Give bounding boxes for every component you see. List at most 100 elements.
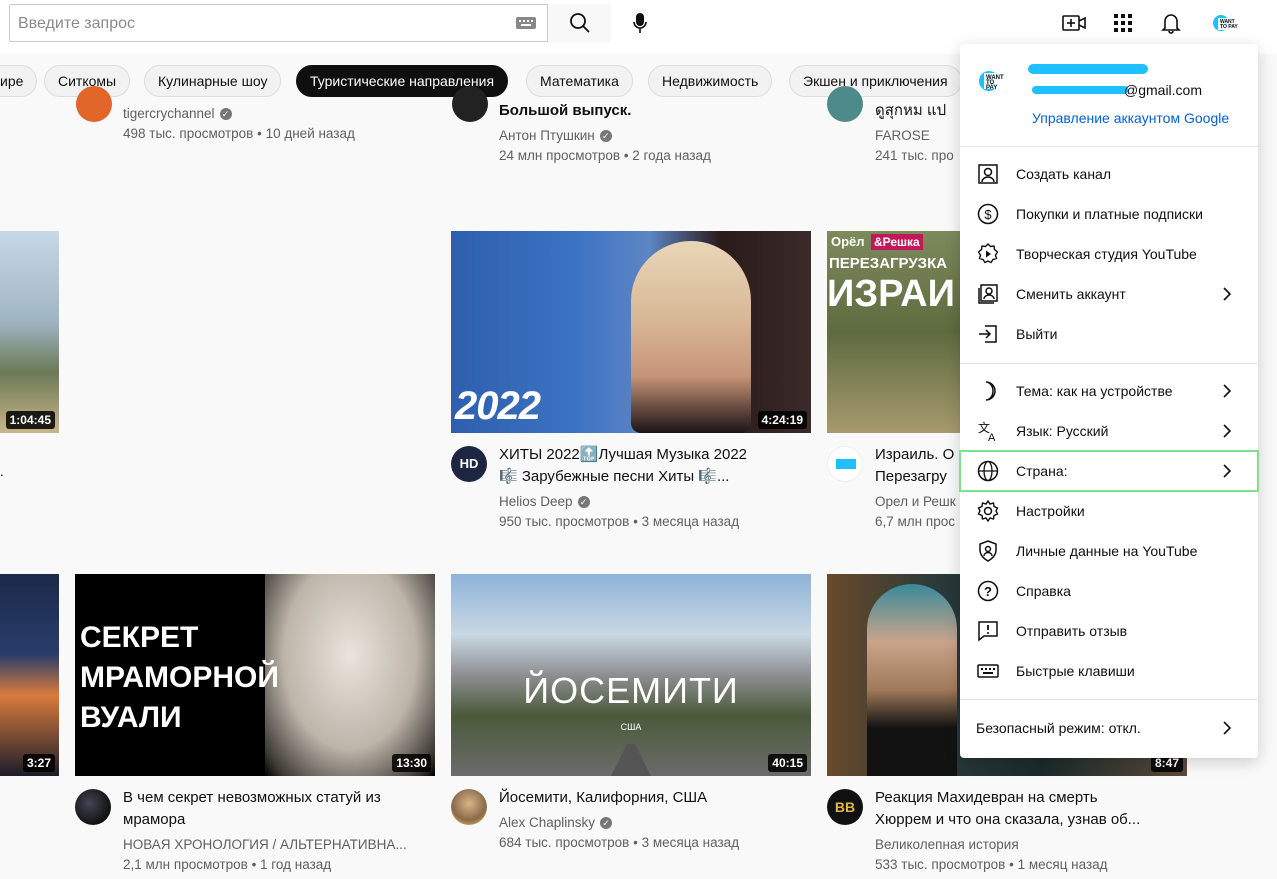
video-meta: 6,7 млн прос (875, 514, 955, 529)
thumbnail-text: ЙОСЕМИТИ (523, 670, 739, 711)
svg-text:?: ? (984, 584, 992, 599)
chevron-right-icon (1223, 287, 1232, 301)
person-box-icon (978, 164, 998, 184)
thumbnail-figure (631, 241, 751, 433)
video-title-line1[interactable]: ХИТЫ 2022🔝Лучшая Музыка 2022 (499, 444, 747, 466)
video-title[interactable]: ดูสุกหม แป (875, 100, 946, 122)
channel-avatar[interactable] (75, 789, 111, 825)
menu-label: Язык: Русский (1016, 423, 1109, 439)
search-input[interactable] (16, 5, 515, 43)
search-button[interactable] (547, 4, 611, 42)
menu-settings[interactable]: Настройки (960, 491, 1258, 531)
menu-create-channel[interactable]: Создать канал (960, 154, 1258, 194)
video-duration: 13:30 (392, 754, 431, 772)
menu-label: Создать канал (1016, 166, 1111, 182)
video-title-line2[interactable]: Перезагру (875, 466, 947, 488)
menu-sign-out[interactable]: Выйти (960, 314, 1258, 354)
apps-button[interactable] (1110, 10, 1136, 36)
thumbnail-statue (265, 574, 435, 776)
microphone-icon (633, 13, 647, 33)
channel-avatar[interactable]: HD (451, 446, 487, 482)
menu-purchases[interactable]: $ Покупки и платные подписки (960, 194, 1258, 234)
chip-math[interactable]: Математика (526, 65, 633, 97)
thumbnail-text-line3: ВУАЛИ (80, 701, 182, 734)
keyboard-icon[interactable] (515, 14, 537, 32)
text-fragment: . (0, 464, 4, 479)
thumbnail-subtext: США (620, 722, 642, 732)
video-thumbnail[interactable]: 1:04:45 (0, 231, 59, 433)
channel-avatar[interactable] (452, 86, 488, 122)
keyboard-icon (977, 664, 999, 678)
chevron-right-icon (1223, 721, 1232, 735)
menu-personal-data[interactable]: Личные данные на YouTube (960, 531, 1258, 571)
video-title-line2[interactable]: Хюррем и что она сказала, узнав об... (875, 809, 1140, 831)
chip-0[interactable]: ире (0, 65, 38, 97)
menu-keyboard-shortcuts[interactable]: Быстрые клавиши (960, 651, 1258, 691)
menu-switch-account[interactable]: Сменить аккаунт (960, 274, 1258, 314)
video-title-line1[interactable]: Реакция Махидевран на смерть (875, 787, 1098, 809)
video-channel[interactable]: FAROSE (875, 126, 930, 146)
menu-language[interactable]: 文A Язык: Русский (960, 411, 1258, 451)
video-title-line1[interactable]: Йосемити, Калифорния, США (499, 787, 707, 809)
menu-label: Творческая студия YouTube (1016, 246, 1197, 262)
studio-gear-icon (977, 243, 999, 264)
menu-theme[interactable]: Тема: как на устройстве (960, 371, 1258, 411)
video-thumbnail[interactable]: 3:27 (0, 574, 59, 776)
video-meta: 241 тыс. про (875, 148, 954, 163)
manage-google-account-link[interactable]: Управление аккаунтом Google (1032, 110, 1229, 126)
menu-send-feedback[interactable]: Отправить отзыв (960, 611, 1258, 651)
redacted-email (1032, 86, 1128, 94)
search-icon (569, 13, 590, 33)
video-meta: 24 млн просмотров • 2 года назад (499, 148, 711, 163)
video-thumbnail[interactable]: ЙОСЕМИТИ США 40:15 (451, 574, 811, 776)
verified-icon: ✓ (219, 108, 232, 121)
create-icon (1062, 15, 1086, 31)
channel-avatar[interactable] (827, 86, 863, 122)
menu-country[interactable]: Страна: (959, 450, 1259, 492)
account-menu: WANT TO PAY @gmail.com Управление аккаунто… (959, 44, 1259, 758)
chip-cooking-shows[interactable]: Кулинарные шоу (144, 65, 282, 97)
video-channel[interactable]: tigercrychannel ✓ (123, 104, 232, 124)
thumbnail-text: Орёл (831, 234, 865, 249)
menu-help[interactable]: ? Справка (960, 571, 1258, 611)
avatar-flag (836, 459, 856, 469)
channel-avatar[interactable] (76, 86, 112, 122)
chip-action-adventure[interactable]: Экшен и приключения (789, 65, 960, 97)
account-avatar-button[interactable]: WANT TO PAY (1211, 10, 1245, 36)
apps-grid-icon (1114, 14, 1132, 32)
menu-label: Покупки и платные подписки (1016, 206, 1203, 222)
svg-text:A: A (988, 432, 996, 443)
video-title-line1[interactable]: Израиль. О (875, 444, 954, 466)
svg-text:$: $ (984, 207, 992, 222)
chip-real-estate[interactable]: Недвижимость (648, 65, 773, 97)
video-meta: 2,1 млн просмотров • 1 год назад (123, 857, 332, 872)
video-title-line1[interactable]: В чем секрет невозможных статуй из (123, 787, 381, 809)
menu-label: Отправить отзыв (1016, 623, 1128, 639)
video-title-line2[interactable]: 🎼 Зарубежные песни Хиты 🎼... (499, 466, 729, 488)
video-channel[interactable]: Великолепная история (875, 835, 1019, 855)
menu-restricted-mode[interactable]: Безопасный режим: откл. (960, 708, 1258, 748)
video-thumbnail[interactable]: 2022 4:24:19 (451, 231, 811, 433)
account-avatar: WANTTOPAY (979, 71, 1010, 91)
video-channel[interactable]: Орел и Решк (875, 492, 956, 512)
video-title[interactable]: Большой выпуск. (499, 100, 631, 122)
notifications-button[interactable] (1158, 10, 1184, 36)
menu-divider (960, 699, 1258, 700)
video-thumbnail[interactable]: СЕКРЕТ МРАМОРНОЙ ВУАЛИ 13:30 (75, 574, 435, 776)
chevron-right-icon (1223, 424, 1232, 438)
video-meta: 533 тыс. просмотров • 1 месяц назад (875, 857, 1108, 872)
video-channel[interactable]: Alex Chaplinsky ✓ (499, 813, 613, 833)
gear-icon (977, 499, 999, 523)
thumbnail-text: ПЕРЕЗАГРУЗКА (829, 255, 948, 272)
video-channel[interactable]: НОВАЯ ХРОНОЛОГИЯ / АЛЬТЕРНАТИВНА... (123, 835, 407, 855)
video-channel[interactable]: Антон Птушкин ✓ (499, 126, 612, 146)
video-thumbnail[interactable]: Орёл &Решка ПЕРЕЗАГРУЗКА ИЗРАИ (827, 231, 960, 433)
voice-search-button[interactable] (622, 4, 658, 42)
menu-studio[interactable]: Творческая студия YouTube (960, 234, 1258, 274)
channel-avatar[interactable]: ВВ (827, 789, 863, 825)
video-title-line2[interactable]: мрамора (123, 809, 185, 831)
channel-avatar[interactable] (451, 789, 487, 825)
video-channel[interactable]: Helios Deep ✓ (499, 492, 590, 512)
create-video-button[interactable] (1061, 10, 1087, 36)
channel-avatar[interactable] (827, 446, 863, 482)
